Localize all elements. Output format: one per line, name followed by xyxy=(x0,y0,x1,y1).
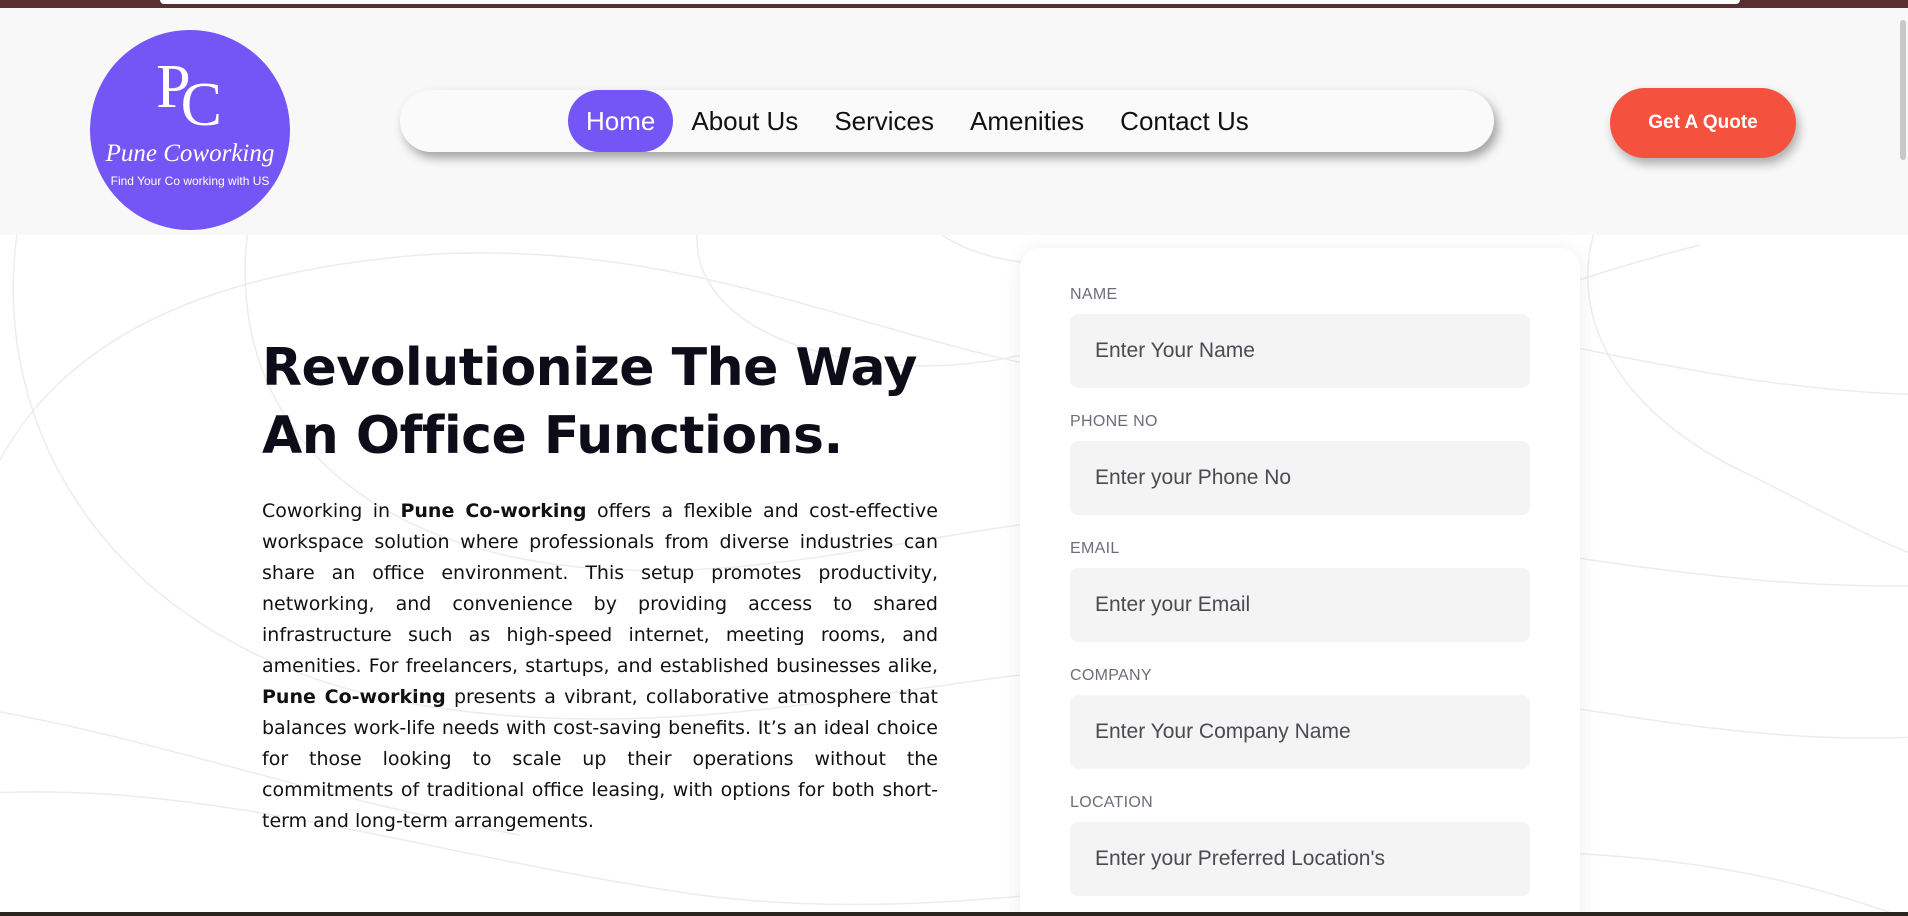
nav-item-amenities[interactable]: Amenities xyxy=(952,90,1102,152)
phone-field-label: PHONE NO xyxy=(1070,413,1158,430)
company-field-group: COMPANY xyxy=(1070,667,1530,769)
hero-headline-line2: An Office Functions. xyxy=(262,406,843,466)
company-field-label: COMPANY xyxy=(1070,667,1152,684)
email-input[interactable] xyxy=(1070,568,1530,642)
name-input[interactable] xyxy=(1070,314,1530,388)
site-logo[interactable]: PC Pune Coworking Find Your Co working w… xyxy=(90,30,290,230)
main-nav: Home About Us Services Amenities Contact… xyxy=(400,90,1494,152)
page-scrollbar[interactable] xyxy=(1900,20,1906,160)
location-input[interactable] xyxy=(1070,822,1530,896)
email-field-group: EMAIL xyxy=(1070,540,1530,642)
browser-top-strip-inner xyxy=(160,0,1740,4)
logo-brand-name: Pune Coworking xyxy=(105,140,275,167)
hero-description-part2: offers a flexible and cost-effective wor… xyxy=(262,500,938,677)
quote-form-card: NAME PHONE NO EMAIL COMPANY LOCATION xyxy=(1020,248,1580,916)
nav-items: Home About Us Services Amenities Contact… xyxy=(568,90,1267,152)
hero-description-part1: Coworking in xyxy=(262,500,401,522)
nav-item-home[interactable]: Home xyxy=(568,90,674,152)
logo-monogram-c: C xyxy=(180,71,222,139)
nav-item-services[interactable]: Services xyxy=(816,90,952,152)
company-input[interactable] xyxy=(1070,695,1530,769)
browser-top-strip xyxy=(0,0,1908,8)
hero-description: Coworking in Pune Co-working offers a fl… xyxy=(262,496,938,837)
hero-description-brand-1: Pune Co-working xyxy=(400,500,587,522)
location-field-label: LOCATION xyxy=(1070,794,1154,811)
site-header: PC Pune Coworking Find Your Co working w… xyxy=(0,8,1908,235)
phone-field-group: PHONE NO xyxy=(1070,413,1530,515)
logo-monogram: PC xyxy=(90,56,290,136)
phone-input[interactable] xyxy=(1070,441,1530,515)
location-field-group: LOCATION xyxy=(1070,794,1530,896)
nav-item-contact-us[interactable]: Contact Us xyxy=(1102,90,1267,152)
hero-headline-line1: Revolutionize The Way xyxy=(262,338,917,398)
nav-item-about-us[interactable]: About Us xyxy=(673,90,816,152)
hero-headline: Revolutionize The Way An Office Functions… xyxy=(262,334,982,470)
name-field-label: NAME xyxy=(1070,286,1118,303)
email-field-label: EMAIL xyxy=(1070,540,1120,557)
hero-description-brand-2: Pune Co-working xyxy=(262,686,446,708)
name-field-group: NAME xyxy=(1070,286,1530,388)
bottom-image-strip xyxy=(0,912,1908,916)
get-a-quote-button[interactable]: Get A Quote xyxy=(1610,88,1796,158)
logo-tagline: Find Your Co working with US xyxy=(110,174,270,188)
